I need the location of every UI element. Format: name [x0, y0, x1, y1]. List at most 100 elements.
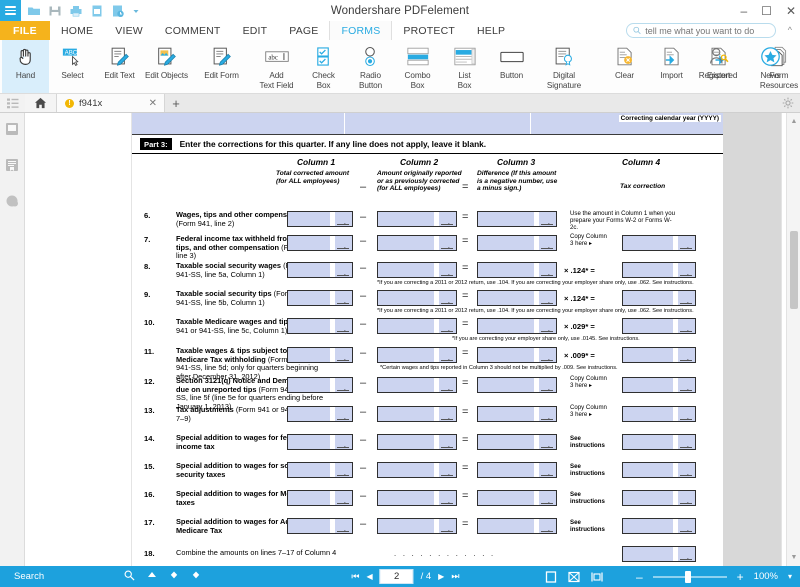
field-col1-row9[interactable]: . — [287, 290, 353, 306]
field-col4-row18[interactable]: . — [622, 546, 696, 562]
field-col2-row6[interactable]: . — [377, 211, 457, 227]
bookmarks-icon[interactable] — [4, 157, 20, 173]
field-col1-row16[interactable]: . — [287, 490, 353, 506]
field-col2-row13[interactable]: . — [377, 406, 457, 422]
fit-page-icon[interactable] — [568, 570, 581, 583]
check-box-button[interactable]: Check Box — [300, 40, 347, 93]
prev-result-icon[interactable] — [169, 570, 179, 583]
field-col1-row13[interactable]: . — [287, 406, 353, 422]
maximize-button[interactable]: ☐ — [761, 5, 772, 17]
minimize-button[interactable]: – — [740, 5, 747, 17]
search-label[interactable]: Search — [14, 571, 44, 582]
registered-button[interactable]: Registered — [689, 40, 747, 81]
field-col1-row11[interactable]: . — [287, 347, 353, 363]
top-cell-3[interactable]: Correcting calendar year (YYYY) — [531, 113, 725, 134]
menu-item-view[interactable]: VIEW — [104, 21, 154, 40]
combo-box-button[interactable]: Combo Box — [394, 40, 441, 93]
field-col1-row7[interactable]: . — [287, 235, 353, 251]
scrollbar-thumb[interactable] — [790, 231, 798, 309]
field-col1-row8[interactable]: . — [287, 262, 353, 278]
panel-toggle-icon[interactable] — [0, 94, 25, 112]
digital-signature-button[interactable]: Digital Signature — [535, 40, 593, 93]
next-page-button[interactable]: ▶ — [438, 572, 444, 581]
field-col3-row15[interactable]: . — [477, 462, 557, 478]
edit-objects-button[interactable]: Edit Objects — [143, 40, 190, 93]
field-col1-row12[interactable]: . — [287, 377, 353, 393]
radio-button-button[interactable]: Radio Button — [347, 40, 394, 93]
field-col3-row11[interactable]: . — [477, 347, 557, 363]
recent-files-icon[interactable] — [111, 4, 125, 18]
menu-item-protect[interactable]: PROTECT — [392, 21, 466, 40]
field-col2-row15[interactable]: . — [377, 462, 457, 478]
close-icon[interactable]: ✕ — [149, 98, 157, 109]
field-col2-row12[interactable]: . — [377, 377, 457, 393]
up-arrow-icon[interactable] — [147, 570, 157, 583]
search-input[interactable] — [645, 25, 769, 36]
document-tab-f941x[interactable]: ! f941x ✕ — [57, 94, 165, 112]
create-pdf-icon[interactable] — [90, 4, 104, 18]
tell-me-search-box[interactable] — [626, 23, 776, 38]
menu-item-file[interactable]: FILE — [0, 21, 50, 40]
field-col4-row14[interactable]: . — [622, 434, 696, 450]
hand-tool-button[interactable]: Hand — [2, 40, 49, 93]
menu-item-edit[interactable]: EDIT — [232, 21, 279, 40]
field-col2-row7[interactable]: . — [377, 235, 457, 251]
first-page-button[interactable]: ⏮ — [351, 571, 359, 582]
zoom-slider[interactable] — [652, 570, 727, 583]
field-col2-row8[interactable]: . — [377, 262, 457, 278]
vertical-scrollbar[interactable]: ▲ ▼ — [786, 113, 800, 566]
field-col3-row7[interactable]: . — [477, 235, 557, 251]
zoom-in-button[interactable]: + — [737, 570, 744, 584]
field-col3-row10[interactable]: . — [477, 318, 557, 334]
field-col3-row13[interactable]: . — [477, 406, 557, 422]
field-col1-row15[interactable]: . — [287, 462, 353, 478]
prev-page-button[interactable]: ◀ — [366, 572, 372, 581]
scroll-down-icon[interactable]: ▼ — [787, 551, 800, 564]
field-col2-row16[interactable]: . — [377, 490, 457, 506]
edit-form-button[interactable]: Edit Form — [198, 40, 245, 93]
menu-item-help[interactable]: HELP — [466, 21, 516, 40]
menu-item-page[interactable]: PAGE — [278, 21, 329, 40]
thumbnails-icon[interactable] — [4, 121, 20, 137]
zoom-level-label[interactable]: 100% — [754, 571, 778, 582]
next-result-icon[interactable] — [191, 570, 201, 583]
news-button[interactable]: News — [747, 40, 794, 81]
scroll-up-icon[interactable]: ▲ — [787, 115, 800, 128]
last-page-button[interactable]: ⏭ — [451, 571, 459, 582]
menu-item-home[interactable]: HOME — [50, 21, 104, 40]
field-col3-row9[interactable]: . — [477, 290, 557, 306]
field-col3-row17[interactable]: . — [477, 518, 557, 534]
close-button[interactable]: ✕ — [786, 5, 796, 17]
search-icon[interactable] — [124, 570, 135, 584]
page-number-input[interactable]: 2 — [379, 569, 414, 584]
document-viewer[interactable]: Correcting calendar year (YYYY) Part 3: … — [25, 113, 800, 566]
field-col4-row17[interactable]: . — [622, 518, 696, 534]
main-menu-button[interactable] — [0, 0, 21, 21]
field-col4-row16[interactable]: . — [622, 490, 696, 506]
field-col3-row14[interactable]: . — [477, 434, 557, 450]
pdf-page[interactable]: Correcting calendar year (YYYY) Part 3: … — [131, 113, 782, 566]
field-col3-row8[interactable]: . — [477, 262, 557, 278]
customize-caret-icon[interactable] — [132, 4, 140, 18]
single-page-icon[interactable] — [545, 570, 558, 583]
field-col3-row12[interactable]: . — [477, 377, 557, 393]
top-cell-2[interactable] — [345, 113, 531, 134]
collapse-ribbon-icon[interactable]: ^ — [788, 25, 792, 35]
field-col4-row9[interactable]: . — [622, 290, 696, 306]
zoom-dropdown-caret-icon[interactable]: ▾ — [788, 572, 792, 581]
field-col4-row13[interactable]: . — [622, 406, 696, 422]
field-col1-row10[interactable]: . — [287, 318, 353, 334]
top-cell-1[interactable] — [132, 113, 345, 134]
field-col3-row16[interactable]: . — [477, 490, 557, 506]
field-col1-row17[interactable]: . — [287, 518, 353, 534]
new-tab-button[interactable]: + — [165, 94, 187, 112]
save-icon[interactable] — [48, 4, 62, 18]
field-col2-row11[interactable]: . — [377, 347, 457, 363]
field-col2-row10[interactable]: . — [377, 318, 457, 334]
clear-button[interactable]: Clear — [601, 40, 648, 93]
print-icon[interactable] — [69, 4, 83, 18]
field-col4-row7[interactable]: . — [622, 235, 696, 251]
field-col4-row8[interactable]: . — [622, 262, 696, 278]
field-col4-row15[interactable]: . — [622, 462, 696, 478]
gear-icon[interactable] — [782, 96, 794, 114]
